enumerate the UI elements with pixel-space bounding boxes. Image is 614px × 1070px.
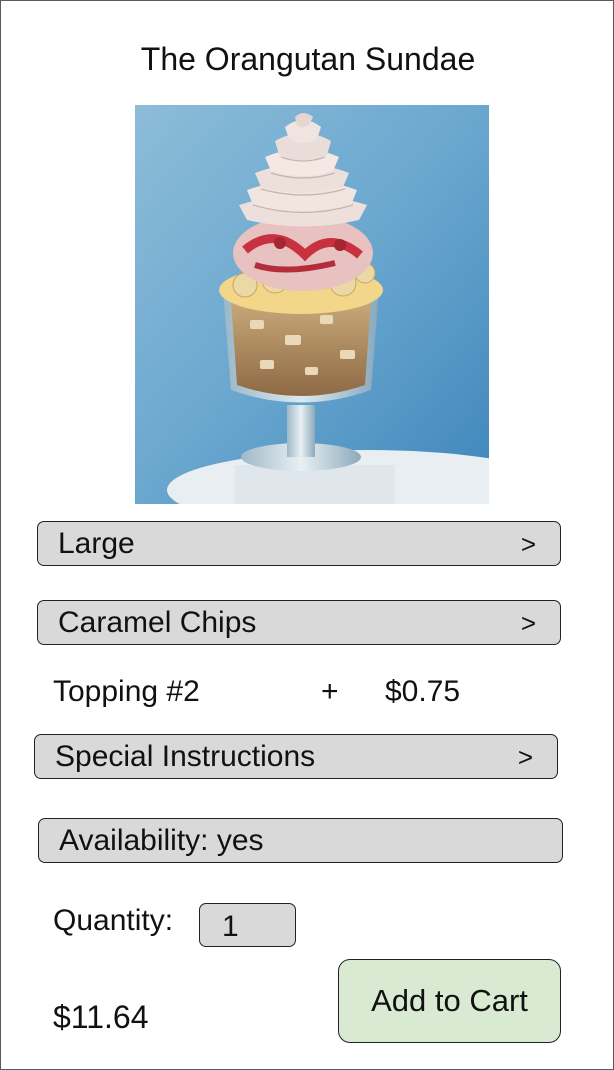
topping-line-plus: +	[321, 675, 339, 708]
quantity-label: Quantity:	[53, 904, 174, 937]
special-instructions-label: Special Instructions	[55, 740, 316, 773]
availability-label: Availability: yes	[59, 824, 264, 857]
product-page: The Orangutan Sundae Large > Caramel Chi…	[0, 0, 614, 1070]
special-instructions-chevron-icon: >	[517, 742, 533, 772]
add-to-cart-button[interactable]: Add to Cart	[338, 959, 561, 1043]
quantity-input[interactable]	[199, 903, 296, 947]
topping-select-label: Caramel Chips	[58, 606, 257, 639]
availability-status: Availability: yes	[38, 818, 563, 863]
size-select-chevron-icon: >	[520, 529, 536, 559]
topping-select[interactable]: Caramel Chips >	[37, 600, 561, 645]
size-select-label: Large	[58, 527, 135, 560]
product-title: The Orangutan Sundae	[140, 41, 476, 77]
topping-line-name: Topping #2	[53, 675, 200, 708]
product-image	[135, 105, 489, 504]
topping-select-chevron-icon: >	[520, 608, 536, 638]
total-price: $11.64	[53, 999, 149, 1035]
topping-line-price: $0.75	[385, 675, 461, 708]
special-instructions-select[interactable]: Special Instructions >	[34, 734, 558, 779]
size-select[interactable]: Large >	[37, 521, 561, 566]
